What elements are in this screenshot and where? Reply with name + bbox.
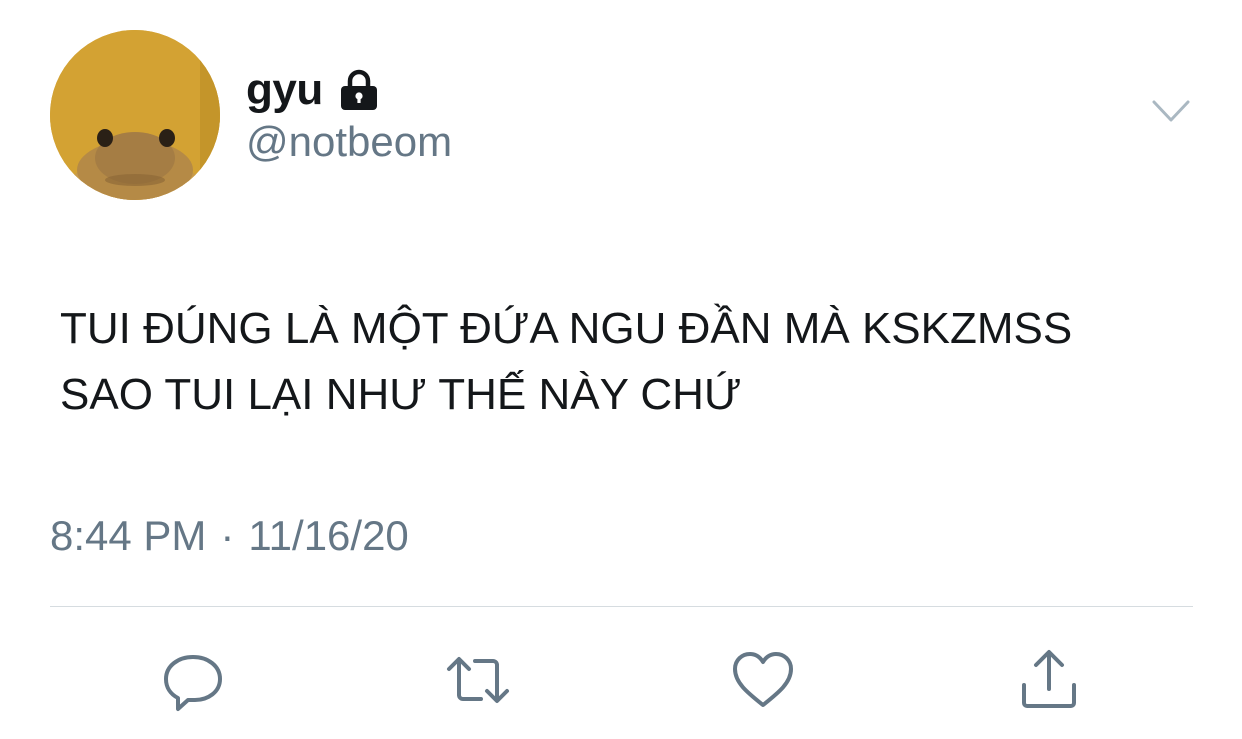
tweet-timestamp[interactable]: 8:44 PM · 11/16/20 <box>50 512 409 560</box>
lock-icon <box>337 68 381 112</box>
lizard-avatar-image <box>50 30 220 200</box>
share-button[interactable] <box>1014 645 1084 715</box>
chevron-down-icon[interactable] <box>1148 92 1194 132</box>
reply-icon <box>164 655 222 711</box>
retweet-button[interactable] <box>443 645 513 715</box>
avatar[interactable] <box>50 30 220 200</box>
display-name[interactable]: gyu <box>246 65 323 115</box>
share-icon <box>1022 650 1076 708</box>
tweet-time: 8:44 PM <box>50 512 207 559</box>
tweet-text: TUI ĐÚNG LÀ MỘT ĐỨA NGU ĐẦN MÀ KSKZMSS S… <box>60 304 1073 419</box>
user-handle[interactable]: @notbeom <box>246 118 452 166</box>
heart-icon <box>733 652 793 707</box>
divider <box>50 606 1193 607</box>
like-button[interactable] <box>728 645 798 715</box>
retweet-icon <box>447 657 509 703</box>
tweet-date: 11/16/20 <box>248 512 409 559</box>
timestamp-separator: · <box>220 512 235 559</box>
author-name-row: gyu <box>246 62 381 118</box>
reply-button[interactable] <box>158 645 228 715</box>
